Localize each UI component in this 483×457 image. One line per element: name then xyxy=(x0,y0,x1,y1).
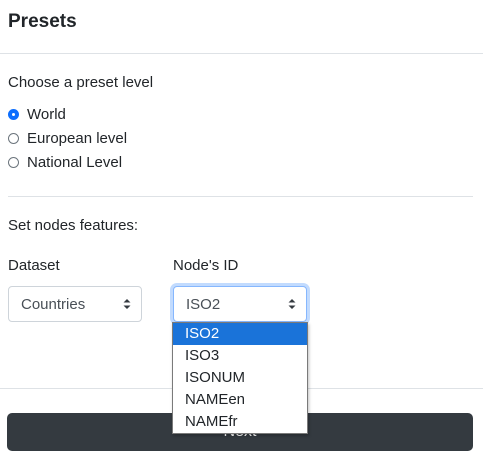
dropdown-option[interactable]: ISONUM xyxy=(173,367,307,389)
dropdown-option[interactable]: NAMEen xyxy=(173,389,307,411)
page-title: Presets xyxy=(8,11,77,32)
preset-level-label: Choose a preset level xyxy=(8,74,154,91)
node-id-label: Node's ID xyxy=(173,257,239,274)
dataset-select-value: Countries xyxy=(21,295,86,313)
radio-button[interactable] xyxy=(8,132,19,144)
radio-button-checked[interactable] xyxy=(8,108,19,120)
nodes-features-label: Set nodes features: xyxy=(8,217,139,234)
radio-label: European level xyxy=(27,129,128,147)
radio-option-national[interactable]: National Level xyxy=(8,152,122,172)
radio-option-european[interactable]: European level xyxy=(8,128,127,148)
dropdown-option[interactable]: ISO3 xyxy=(173,345,307,367)
radio-label: World xyxy=(27,105,66,123)
select-arrows-icon xyxy=(288,299,296,309)
dataset-label: Dataset xyxy=(8,257,60,274)
modal-header: Presets xyxy=(0,0,483,54)
dataset-select[interactable]: Countries xyxy=(8,286,142,322)
select-arrows-icon xyxy=(123,299,131,309)
radio-button[interactable] xyxy=(8,156,19,168)
dropdown-option[interactable]: NAMEfr xyxy=(173,411,307,433)
dropdown-option[interactable]: ISO2 xyxy=(173,323,307,345)
radio-option-world[interactable]: World xyxy=(8,104,66,124)
radio-label: National Level xyxy=(27,153,123,171)
node-id-select[interactable]: ISO2 xyxy=(173,286,307,322)
node-id-select-value: ISO2 xyxy=(186,295,221,313)
node-id-dropdown-list[interactable]: ISO2 ISO3 ISONUM NAMEen NAMEfr xyxy=(172,322,308,434)
section-divider xyxy=(8,196,473,197)
